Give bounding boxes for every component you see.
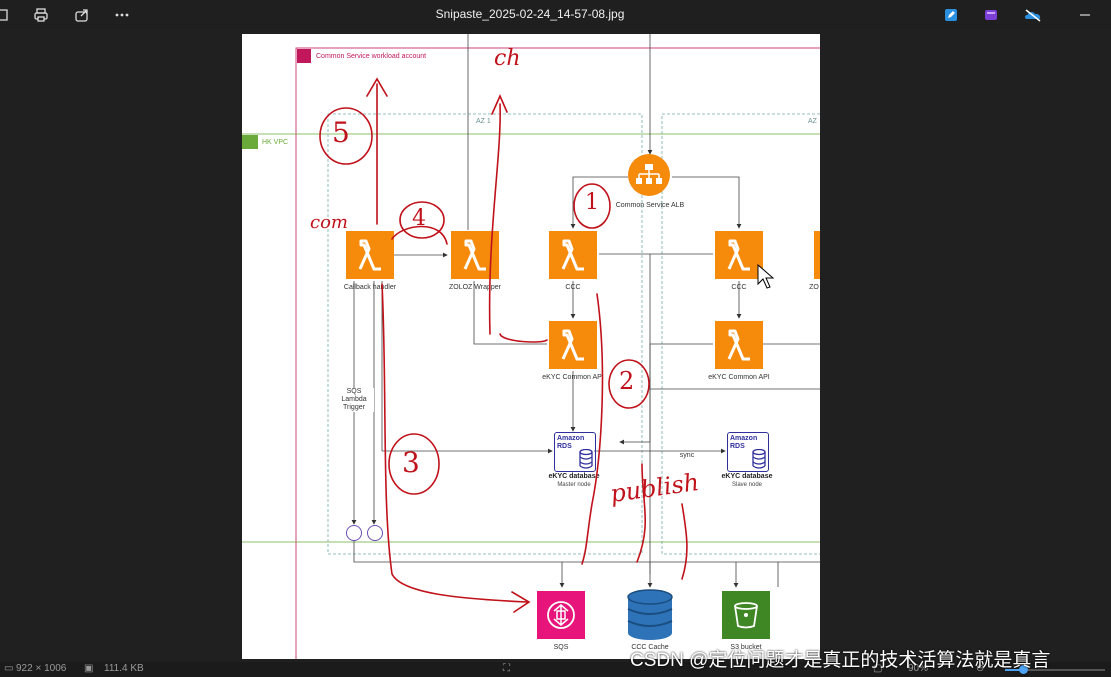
- db-slave-sub: Slave node: [731, 482, 763, 488]
- minimize-icon[interactable]: [1073, 4, 1097, 26]
- architecture-diagram: Common Service workload account HK VPC A…: [242, 34, 820, 659]
- annotation-5: 5: [332, 116, 350, 149]
- lambda-zo-icon: [814, 231, 820, 279]
- alb-label: Common Service ALB: [615, 202, 685, 209]
- az1-label: AZ 1: [476, 118, 491, 125]
- onedrive-icon[interactable]: [1021, 4, 1045, 26]
- sync-label: sync: [679, 452, 695, 459]
- rds-master-text-2: RDS: [557, 443, 572, 450]
- vpc-label: HK VPC: [262, 139, 289, 146]
- s3-icon: [722, 591, 770, 639]
- lambda-ekyc1-label: eKYC Common API: [542, 374, 604, 381]
- db-slave-title: eKYC database: [721, 473, 773, 480]
- db-master-sub: Master node: [557, 482, 591, 488]
- rds-slave-text-1: Amazon: [730, 435, 758, 442]
- sqs-label: SQS: [553, 644, 569, 651]
- viewer-toolbar: Snipaste_2025-02-24_14-57-08.jpg: [0, 0, 1111, 30]
- rds-slave-text-2: RDS: [730, 443, 745, 450]
- lambda-callback-label: Callback handler: [343, 284, 397, 291]
- mouse-cursor-icon: [757, 264, 775, 289]
- lambda-ccc2-icon: [715, 231, 763, 279]
- lambda-ccc1-label: CCC: [565, 284, 581, 291]
- annotation-2: 2: [619, 367, 635, 395]
- rds-master-text-1: Amazon: [557, 435, 585, 442]
- fit-screen-icon[interactable]: ⛶: [503, 663, 510, 674]
- rds-master-icon: Amazon RDS: [554, 432, 596, 472]
- account-label: Common Service workload account: [316, 53, 427, 60]
- annotation-com: com: [310, 212, 348, 233]
- sqs-trigger-label: SQS Lambda Trigger: [334, 388, 374, 412]
- annotation-1: 1: [585, 190, 599, 215]
- lambda-callback-icon: [346, 231, 394, 279]
- account-icon: [297, 49, 311, 63]
- annotation-3: 3: [402, 446, 420, 479]
- sqs-trigger-endpoint-icon: [346, 525, 362, 541]
- file-size: 111.4 KB: [104, 663, 144, 674]
- lambda-zoloz-icon: [451, 231, 499, 279]
- disk-icon: ▣: [84, 663, 94, 674]
- sqs-trigger-endpoint-icon: [367, 525, 383, 541]
- az2-label: AZ: [808, 118, 817, 125]
- watermark: CSDN @定位问题才是真正的技术活算法就是真言: [630, 650, 1051, 671]
- clipchamp-icon[interactable]: [979, 4, 1003, 26]
- lambda-ccc1-icon: [549, 231, 597, 279]
- window-title: Snipaste_2025-02-24_14-57-08.jpg: [435, 7, 625, 21]
- rds-slave-icon: Amazon RDS: [727, 432, 769, 472]
- alb-icon: [628, 154, 670, 196]
- lambda-ekyc2-label: eKYC Common API: [708, 374, 770, 381]
- sqs-icon: [537, 591, 585, 639]
- lambda-ekyc2-icon: [715, 321, 763, 369]
- image-icon: ▭: [4, 663, 14, 674]
- lambda-zoloz-label: ZOLOZ Wrapper: [449, 284, 501, 291]
- dynamodb-icon: [626, 589, 674, 641]
- lambda-ekyc1-icon: [549, 321, 597, 369]
- vpc-icon: [242, 135, 258, 149]
- annotation-ch: ch: [494, 46, 521, 71]
- image-dimensions: 922 × 1006: [16, 663, 67, 674]
- edit-icon[interactable]: [939, 4, 963, 26]
- db-master-title: eKYC database: [548, 473, 600, 480]
- annotation-4: 4: [412, 206, 426, 231]
- lambda-zo-label: ZO: [809, 284, 819, 291]
